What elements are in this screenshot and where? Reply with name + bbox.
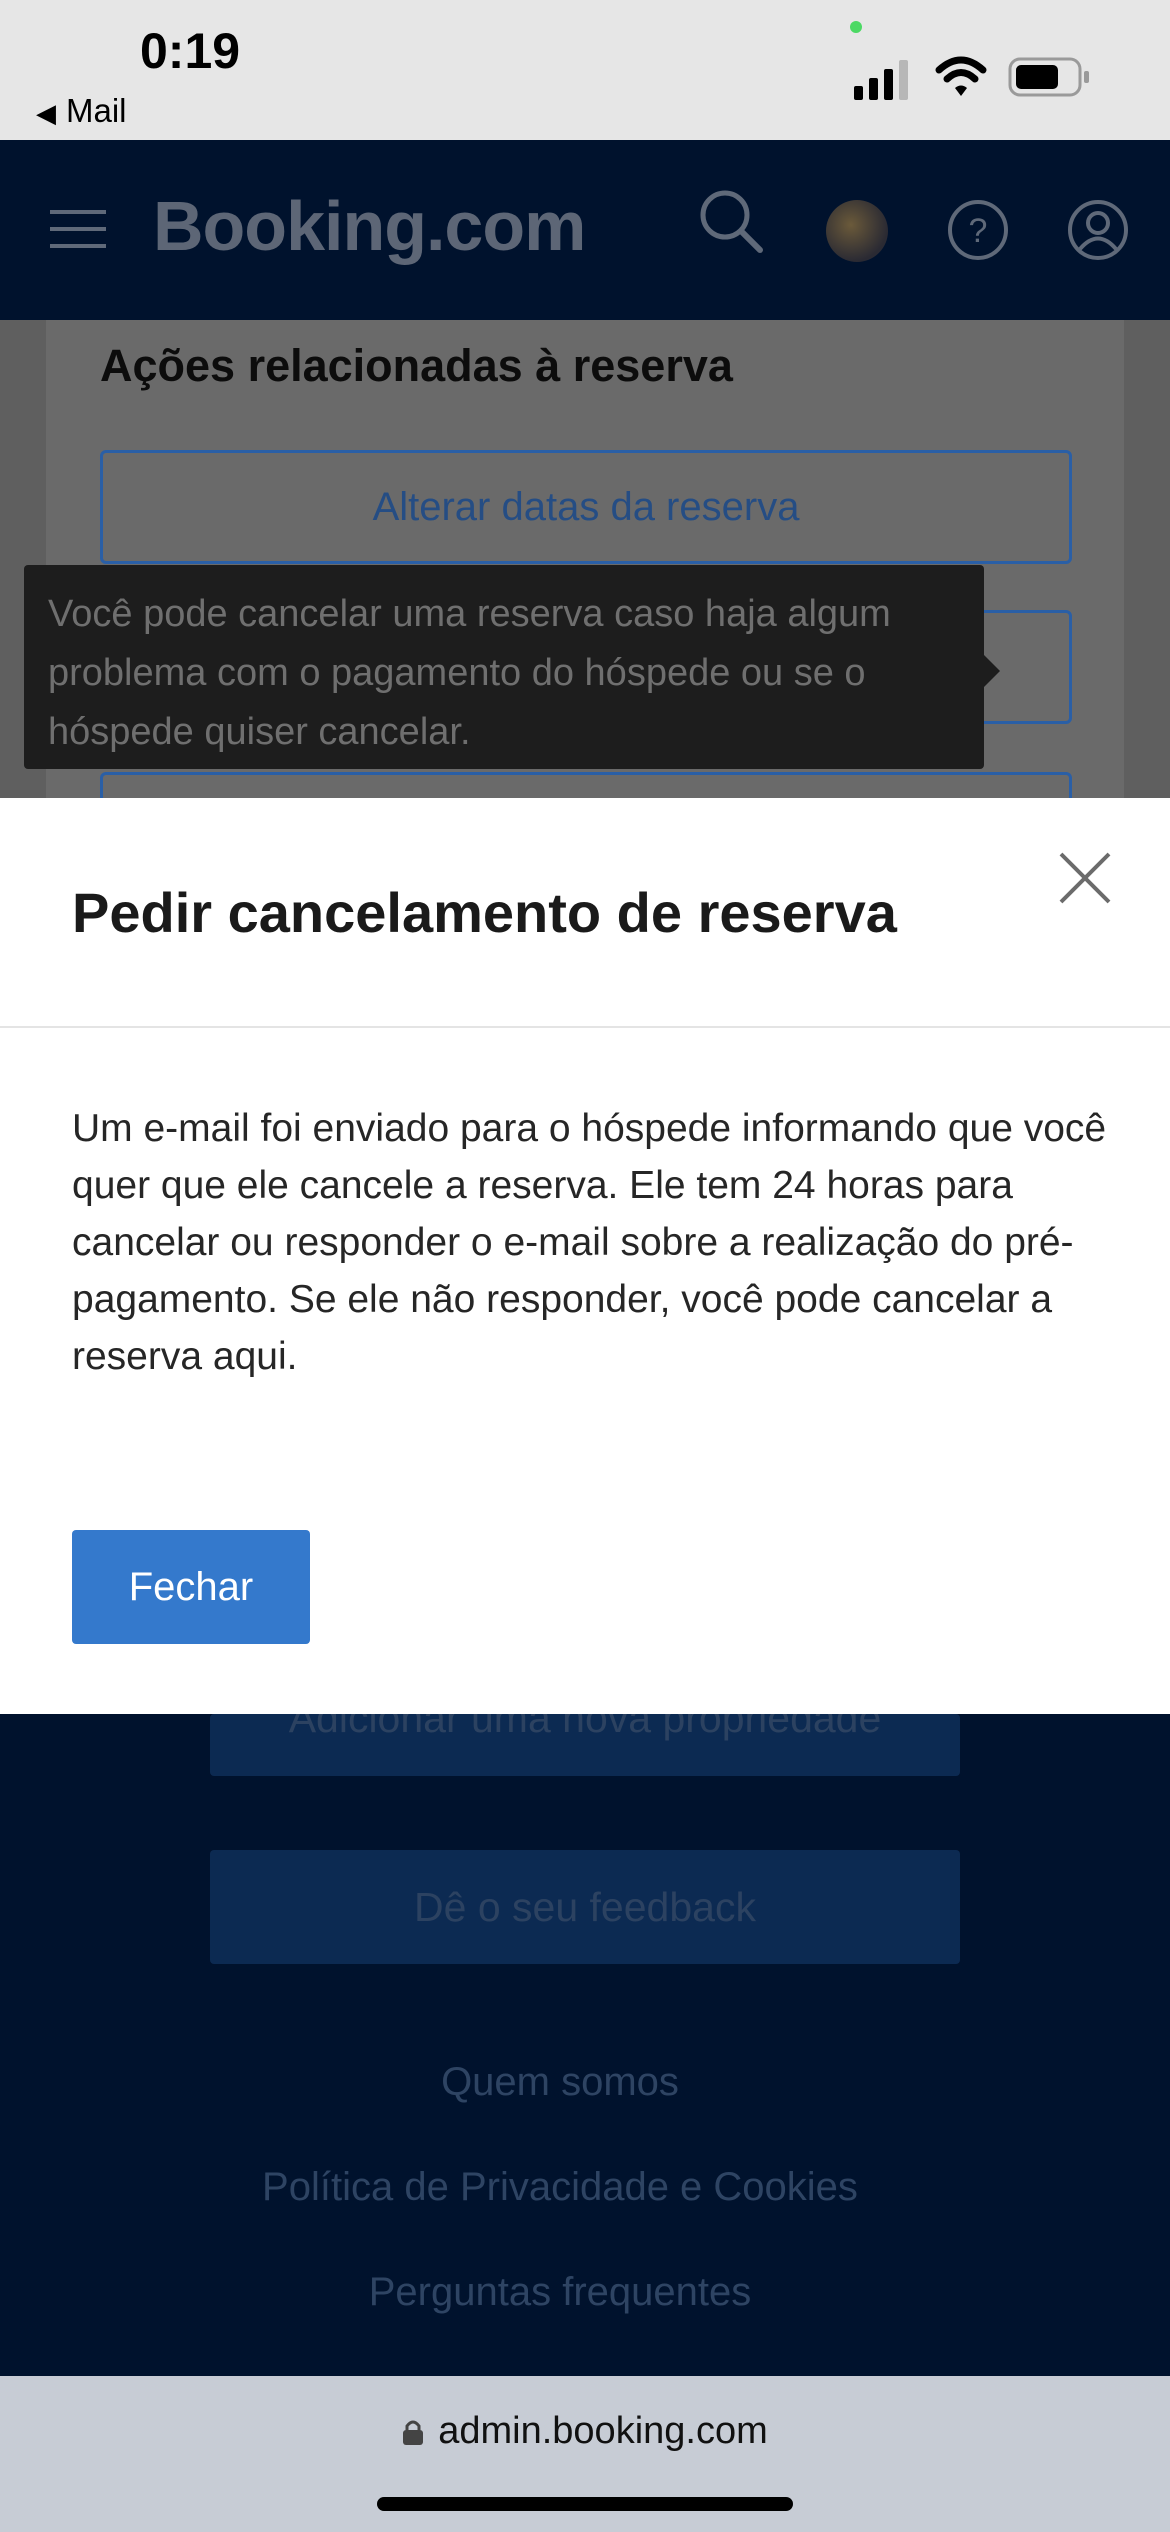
back-triangle-icon: ◀: [36, 98, 56, 128]
section-title: Ações relacionadas à reserva: [100, 340, 733, 391]
account-icon[interactable]: [1066, 198, 1130, 262]
close-icon[interactable]: [1055, 848, 1115, 908]
modal-body-text: Um e-mail foi enviado para o hóspede inf…: [72, 1107, 1107, 1378]
status-bar: 0:19 ◀ Mail: [0, 0, 1170, 140]
back-label: Mail: [66, 92, 127, 129]
avatar[interactable]: [826, 200, 888, 262]
feedback-button[interactable]: Dê o seu feedback: [210, 1850, 960, 1964]
alter-dates-button[interactable]: Alterar datas da reserva: [100, 450, 1072, 564]
lock-icon: [403, 2420, 424, 2445]
help-icon[interactable]: ?: [946, 198, 1010, 262]
menu-icon[interactable]: [50, 208, 106, 250]
browser-url-bar[interactable]: admin.booking.com: [0, 2376, 1170, 2532]
wifi-icon: [935, 56, 987, 96]
url-display[interactable]: admin.booking.com: [0, 2410, 1170, 2453]
tooltip-arrow: [984, 655, 1000, 687]
back-to-mail-link[interactable]: ◀ Mail: [36, 92, 127, 130]
modal-title: Pedir cancelamento de reserva: [72, 881, 897, 944]
search-icon[interactable]: [698, 188, 764, 254]
cellular-signal-icon: [854, 60, 908, 100]
footer-link-faq[interactable]: Perguntas frequentes: [0, 2270, 1120, 2315]
battery-icon: [1008, 57, 1089, 97]
home-indicator: [377, 2497, 793, 2511]
privacy-indicator-dot: [850, 21, 862, 33]
cancellation-modal: Pedir cancelamento de reserva Um e-mail …: [0, 798, 1170, 1714]
add-property-button[interactable]: Adicionar uma nova propriedade: [210, 1714, 960, 1776]
status-time: 0:19: [140, 23, 241, 79]
svg-text:?: ?: [969, 212, 988, 250]
site-header: Booking.com ?: [0, 140, 1170, 320]
close-button[interactable]: Fechar: [72, 1530, 310, 1644]
modal-divider: [0, 1026, 1170, 1028]
url-text: admin.booking.com: [438, 2410, 768, 2452]
booking-logo[interactable]: Booking.com: [153, 186, 586, 266]
footer-link-about[interactable]: Quem somos: [0, 2060, 1120, 2105]
footer-link-privacy[interactable]: Política de Privacidade e Cookies: [0, 2165, 1120, 2210]
cancel-tooltip: Você pode cancelar uma reserva caso haja…: [24, 565, 984, 769]
